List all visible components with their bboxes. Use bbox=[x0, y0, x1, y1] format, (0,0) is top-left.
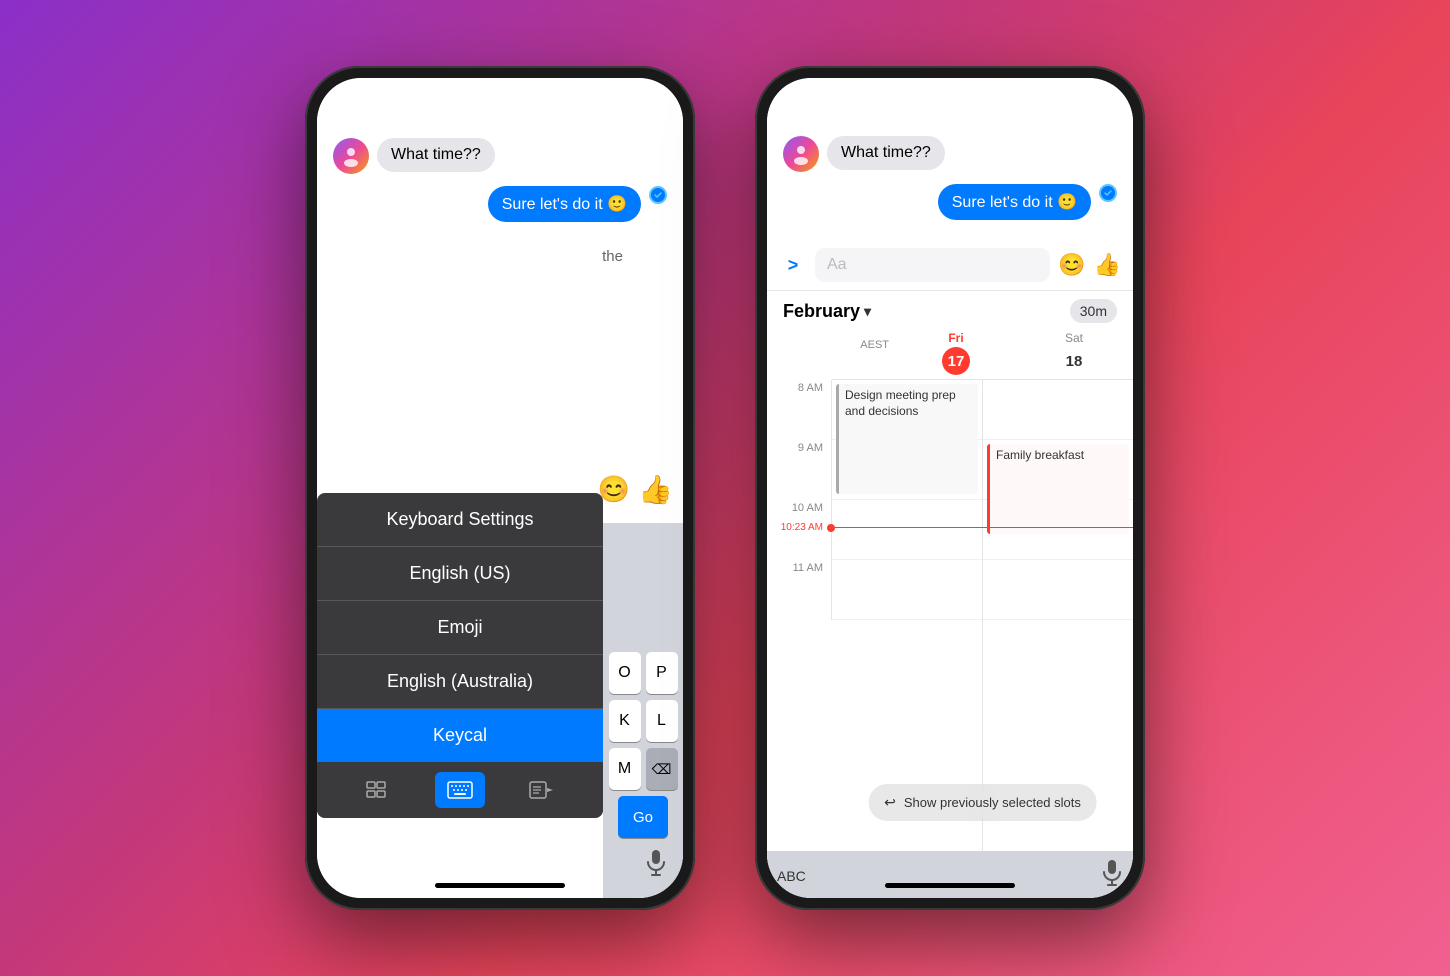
keyboard-menu-container: Keyboard Settings English (US) Emoji Eng… bbox=[317, 523, 603, 818]
received-message-row-right: What time?? bbox=[783, 136, 1117, 172]
timezone-label: AEST bbox=[832, 331, 897, 375]
keyboard-menu: Keyboard Settings English (US) Emoji Eng… bbox=[317, 493, 603, 818]
sent-bubble-right: Sure let's do it 🙂 bbox=[938, 184, 1091, 220]
current-time-line: 10:23 AM bbox=[767, 522, 1133, 533]
avatar-left bbox=[333, 138, 369, 174]
key-o[interactable]: O bbox=[609, 652, 641, 694]
day-header-sat: Sat 18 bbox=[1015, 331, 1133, 375]
hour-11-sat bbox=[983, 560, 1133, 620]
emoji-button-right[interactable]: 😊 bbox=[1058, 252, 1085, 278]
left-phone: What time?? Sure let's do it 🙂 bbox=[305, 66, 695, 910]
phone-top-bar bbox=[317, 78, 683, 128]
messages-content-left: What time?? Sure let's do it 🙂 bbox=[317, 128, 683, 523]
key-backspace[interactable]: ⌫ bbox=[646, 748, 678, 790]
keyboard-area-left: O P K L M ⌫ Go bbox=[317, 523, 683, 898]
calendar-body: 8 AM 9 AM 10 AM 11 AM bbox=[767, 380, 1133, 851]
received-message-row-left: What time?? bbox=[333, 138, 667, 174]
sent-bubble-left: Sure let's do it 🙂 bbox=[488, 186, 641, 222]
timer-badge: 30m bbox=[1070, 299, 1117, 323]
message-check-right bbox=[1099, 184, 1117, 202]
kb-menu-english-us[interactable]: English (US) bbox=[317, 547, 603, 601]
right-phone: What time?? Sure let's do it 🙂 bbox=[755, 66, 1145, 910]
kb-icon-grid[interactable] bbox=[353, 772, 403, 808]
day-columns: Design meeting prep and decisions bbox=[832, 380, 1133, 851]
home-indicator-left bbox=[435, 883, 565, 888]
key-go[interactable]: Go bbox=[618, 796, 668, 838]
month-label[interactable]: February ▾ bbox=[783, 301, 871, 322]
kb-menu-keyboard-settings[interactable]: Keyboard Settings bbox=[317, 493, 603, 547]
mic-icon-left[interactable] bbox=[645, 849, 667, 882]
calendar-month-bar: February ▾ 30m bbox=[767, 291, 1133, 331]
keyboard-bg-keys: O P K L M ⌫ Go bbox=[603, 523, 683, 898]
show-slots-button[interactable]: ↩ Show previously selected slots bbox=[868, 784, 1097, 821]
home-indicator-right bbox=[885, 883, 1015, 888]
time-8am: 8 AM bbox=[767, 380, 832, 440]
day-header-fri: Fri 17 bbox=[897, 331, 1015, 375]
key-l[interactable]: L bbox=[646, 700, 678, 742]
received-bubble-right: What time?? bbox=[827, 136, 945, 170]
key-m[interactable]: M bbox=[609, 748, 641, 790]
avatar-right bbox=[783, 136, 819, 172]
expand-button[interactable]: > bbox=[779, 251, 807, 279]
reaction-row: 😊 👍 bbox=[598, 473, 673, 506]
cal-input-bar: > Aa 😊 👍 bbox=[767, 240, 1133, 291]
day-col-sat: Family breakfast bbox=[983, 380, 1133, 851]
time-9am: 9 AM bbox=[767, 440, 832, 500]
cal-keyboard-bottom: ABC bbox=[767, 851, 1133, 898]
current-time-label: 10:23 AM bbox=[767, 522, 827, 533]
calendar-day-headers: AEST Fri 17 Sat 18 bbox=[832, 331, 1133, 380]
kb-menu-emoji[interactable]: Emoji bbox=[317, 601, 603, 655]
messages-top-right: What time?? Sure let's do it 🙂 bbox=[767, 128, 1133, 240]
calendar-screen: What time?? Sure let's do it 🙂 bbox=[767, 128, 1133, 898]
kb-icon-keyboard[interactable] bbox=[435, 772, 485, 808]
thumbs-up-right[interactable]: 👍 bbox=[1094, 252, 1121, 278]
day-col-fri: Design meeting prep and decisions bbox=[832, 380, 983, 851]
sent-message-row-right: Sure let's do it 🙂 bbox=[783, 184, 1117, 220]
time-11am: 11 AM bbox=[767, 560, 832, 620]
key-k[interactable]: K bbox=[609, 700, 641, 742]
hour-11-fri bbox=[832, 560, 982, 620]
current-time-dot bbox=[827, 524, 835, 532]
kb-switcher-bar bbox=[317, 762, 603, 818]
hour-8-fri: Design meeting prep and decisions bbox=[832, 380, 982, 440]
sent-message-row-left: Sure let's do it 🙂 bbox=[333, 186, 667, 222]
message-input-right[interactable]: Aa bbox=[815, 248, 1050, 282]
chevron-down-icon: ▾ bbox=[864, 303, 871, 320]
hour-9-sat: Family breakfast bbox=[983, 440, 1133, 500]
mic-icon-right[interactable] bbox=[1101, 859, 1123, 892]
kb-icon-forward[interactable] bbox=[517, 772, 567, 808]
message-check-left bbox=[649, 186, 667, 204]
phone-top-bar-right bbox=[767, 78, 1133, 128]
key-p[interactable]: P bbox=[646, 652, 678, 694]
kb-menu-keycal[interactable]: Keycal bbox=[317, 709, 603, 762]
abc-label: ABC bbox=[777, 868, 806, 884]
current-time-bar bbox=[835, 527, 1133, 528]
messages-screen-left: What time?? Sure let's do it 🙂 bbox=[317, 128, 683, 898]
time-column: 8 AM 9 AM 10 AM 11 AM bbox=[767, 380, 832, 851]
partial-text: the bbox=[602, 248, 623, 265]
received-bubble-left: What time?? bbox=[377, 138, 495, 172]
thumbs-up-left[interactable]: 👍 bbox=[638, 473, 673, 506]
hour-8-sat bbox=[983, 380, 1133, 440]
hour-9-fri bbox=[832, 440, 982, 500]
kb-menu-english-australia[interactable]: English (Australia) bbox=[317, 655, 603, 709]
